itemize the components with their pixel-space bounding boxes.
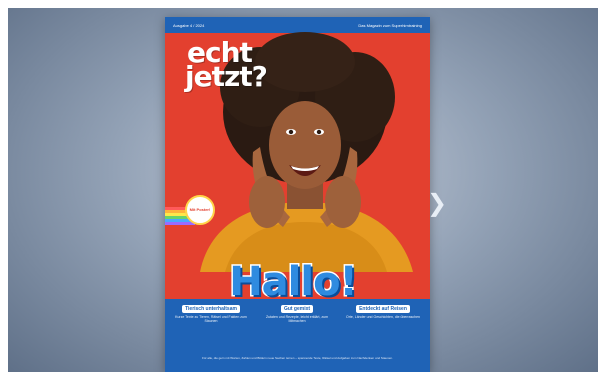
poster-badge: Mit Poster! xyxy=(185,195,215,225)
teaser-body: Zutaten und Rezepte, leicht erklärt, zum… xyxy=(265,315,329,324)
teaser-body: Kurze Texte zu Tieren, Rätsel und Fakten… xyxy=(175,315,247,324)
teaser-column-1: Tierisch unterhaltsam Kurze Texte zu Tie… xyxy=(171,305,251,323)
magazine-viewer: Ausgabe 4 / 2024 Das Magazin zum Superhi… xyxy=(8,8,598,372)
magazine-logo: echt jetzt? xyxy=(185,39,297,99)
teaser-column-2: Gut gemixt Zutaten und Rezepte, leicht e… xyxy=(257,305,337,323)
magazine-cover[interactable]: Ausgabe 4 / 2024 Das Magazin zum Superhi… xyxy=(165,17,430,372)
teaser-body: Orte, Länder und Geschichten, die überra… xyxy=(346,315,420,319)
cover-bottom-band: Tierisch unterhaltsam Kurze Texte zu Tie… xyxy=(165,299,430,372)
teaser-title: Gut gemixt xyxy=(280,305,314,313)
logo-line-2: jetzt? xyxy=(185,59,268,93)
teaser-title: Entdeckt auf Reisen xyxy=(356,305,410,313)
chevron-right-icon[interactable]: ❯ xyxy=(426,188,448,218)
teaser-title: Tierisch unterhaltsam xyxy=(182,305,240,313)
cover-footer-text: Für alle, die gern mit Worten, Zahlen un… xyxy=(202,356,393,360)
teaser-column-3: Entdeckt auf Reisen Orte, Länder und Ges… xyxy=(343,305,423,319)
